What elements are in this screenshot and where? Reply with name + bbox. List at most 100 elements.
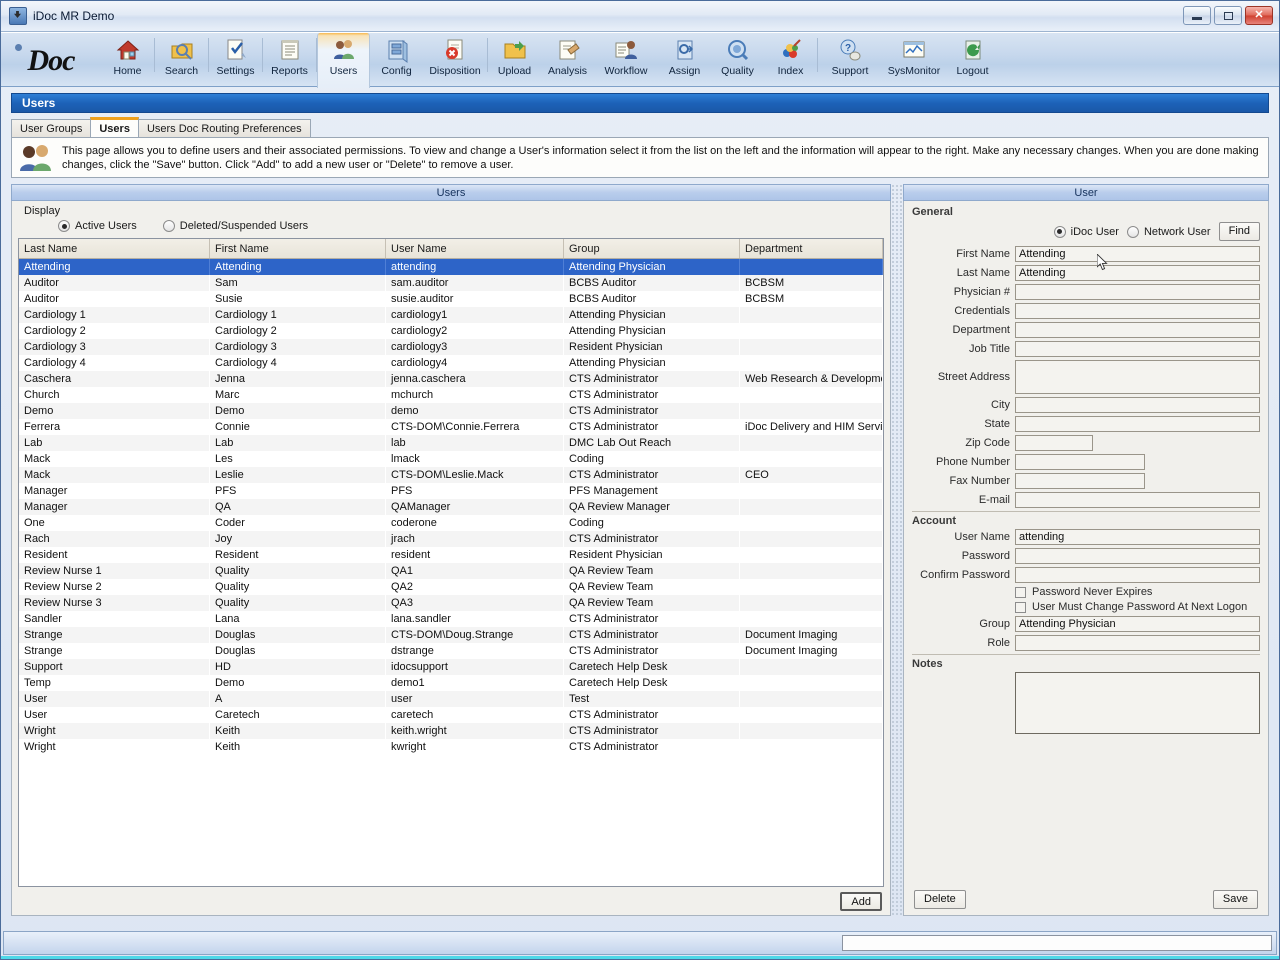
radio-idoc-user[interactable]: iDoc User	[1054, 226, 1119, 238]
checkbox-must-change-password[interactable]: User Must Change Password At Next Logon	[912, 601, 1260, 613]
phone-number-input[interactable]	[1015, 454, 1145, 470]
find-button[interactable]: Find	[1219, 222, 1260, 241]
state-input[interactable]	[1015, 416, 1260, 432]
delete-button[interactable]: Delete	[914, 890, 966, 909]
checkbox-password-never-expires[interactable]: Password Never Expires	[912, 586, 1260, 598]
last-name-input[interactable]: Attending	[1015, 265, 1260, 281]
save-button[interactable]: Save	[1213, 890, 1258, 909]
toolbar-item-config[interactable]: Config	[370, 33, 423, 88]
department-input[interactable]	[1015, 322, 1260, 338]
first-name-input[interactable]: Attending	[1015, 246, 1260, 262]
toolbar-item-settings[interactable]: Settings	[209, 33, 262, 88]
table-row[interactable]: ResidentResidentresidentResident Physici…	[19, 547, 883, 563]
table-row[interactable]: WrightKeithkeith.wrightCTS Administrator	[19, 723, 883, 739]
zip-code-input[interactable]	[1015, 435, 1093, 451]
table-row[interactable]: Cardiology 2Cardiology 2cardiology2Atten…	[19, 323, 883, 339]
radio-network-user[interactable]: Network User	[1127, 226, 1211, 238]
panel-splitter[interactable]	[891, 184, 903, 916]
maximize-button[interactable]	[1214, 6, 1242, 25]
table-row[interactable]: FerreraConnieCTS-DOM\Connie.FerreraCTS A…	[19, 419, 883, 435]
table-row[interactable]: LabLablabDMC Lab Out Reach	[19, 435, 883, 451]
table-row[interactable]: Cardiology 3Cardiology 3cardiology3Resid…	[19, 339, 883, 355]
column-header-user-name[interactable]: User Name	[386, 239, 564, 259]
table-row[interactable]: Review Nurse 2QualityQA2QA Review Team	[19, 579, 883, 595]
toolbar-item-quality[interactable]: Quality	[711, 33, 764, 88]
job-title-input[interactable]	[1015, 341, 1260, 357]
toolbar-item-analysis[interactable]: Analysis	[541, 33, 594, 88]
table-cell-dept: Document Imaging	[740, 643, 883, 659]
column-header-first-name[interactable]: First Name	[210, 239, 386, 259]
table-row[interactable]: MackLeslmackCoding	[19, 451, 883, 467]
table-row[interactable]: MackLeslieCTS-DOM\Leslie.MackCTS Adminis…	[19, 467, 883, 483]
credentials-input[interactable]	[1015, 303, 1260, 319]
toolbar-item-home[interactable]: Home	[101, 33, 154, 88]
table-row[interactable]: Review Nurse 1QualityQA1QA Review Team	[19, 563, 883, 579]
column-header-department[interactable]: Department	[740, 239, 883, 259]
toolbar-item-sysmonitor[interactable]: SysMonitor	[882, 33, 946, 88]
table-row[interactable]: WrightKeithkwrightCTS Administrator	[19, 739, 883, 755]
toolbar-item-reports[interactable]: Reports	[263, 33, 316, 88]
table-row[interactable]: Cardiology 1Cardiology 1cardiology1Atten…	[19, 307, 883, 323]
minimize-button[interactable]	[1183, 6, 1211, 25]
table-row[interactable]: SandlerLanalana.sandlerCTS Administrator	[19, 611, 883, 627]
radio-active-users[interactable]: Active Users	[58, 220, 137, 232]
user-name-input[interactable]: attending	[1015, 529, 1260, 545]
table-row[interactable]: AuditorSamsam.auditorBCBS AuditorBCBSM	[19, 275, 883, 291]
table-cell-user: kwright	[386, 739, 564, 755]
table-row[interactable]: ChurchMarcmchurchCTS Administrator	[19, 387, 883, 403]
table-row[interactable]: UserCaretechcaretechCTS Administrator	[19, 707, 883, 723]
table-row[interactable]: OneCodercoderoneCoding	[19, 515, 883, 531]
toolbar-item-index[interactable]: Index	[764, 33, 817, 88]
users-table-container[interactable]: Last Name First Name User Name Group Dep…	[18, 238, 884, 887]
table-row[interactable]: Cardiology 4Cardiology 4cardiology4Atten…	[19, 355, 883, 371]
tab-users[interactable]: Users	[90, 117, 139, 137]
toolbar-item-workflow[interactable]: Workflow	[594, 33, 658, 88]
table-cell-first: Quality	[210, 595, 386, 611]
search-icon	[169, 37, 195, 63]
table-row[interactable]: UserAuserTest	[19, 691, 883, 707]
tab-user-groups[interactable]: User Groups	[11, 119, 91, 137]
table-row[interactable]: TempDemodemo1Caretech Help Desk	[19, 675, 883, 691]
table-row[interactable]: ManagerQAQAManagerQA Review Manager	[19, 499, 883, 515]
table-row[interactable]: ManagerPFSPFSPFS Management	[19, 483, 883, 499]
upload-icon	[502, 37, 528, 63]
role-input[interactable]	[1015, 635, 1260, 651]
toolbar-item-logout[interactable]: Logout	[946, 33, 999, 88]
city-input[interactable]	[1015, 397, 1260, 413]
table-row[interactable]: SupportHDidocsupportCaretech Help Desk	[19, 659, 883, 675]
table-row[interactable]: CascheraJennajenna.cascheraCTS Administr…	[19, 371, 883, 387]
notes-textarea[interactable]	[1015, 672, 1260, 734]
group-input[interactable]: Attending Physician	[1015, 616, 1260, 632]
password-input[interactable]	[1015, 548, 1260, 564]
column-header-last-name[interactable]: Last Name	[19, 239, 210, 259]
table-cell-last: Mack	[19, 467, 210, 483]
street-address-input[interactable]	[1015, 360, 1260, 394]
email-input[interactable]	[1015, 492, 1260, 508]
radio-deleted-suspended-users[interactable]: Deleted/Suspended Users	[163, 220, 308, 232]
fax-number-input[interactable]	[1015, 473, 1145, 489]
close-button[interactable]: ✕	[1245, 6, 1273, 25]
toolbar-item-support[interactable]: ? Support	[818, 33, 882, 88]
table-row[interactable]: StrangeDouglasdstrangeCTS AdministratorD…	[19, 643, 883, 659]
toolbar-item-assign[interactable]: Assign	[658, 33, 711, 88]
toolbar-item-upload[interactable]: Upload	[488, 33, 541, 88]
confirm-password-input[interactable]	[1015, 567, 1260, 583]
table-cell-first: Cardiology 1	[210, 307, 386, 323]
table-row[interactable]: RachJoyjrachCTS Administrator	[19, 531, 883, 547]
toolbar-item-users[interactable]: Users	[317, 33, 370, 88]
toolbar-item-disposition[interactable]: Disposition	[423, 33, 487, 88]
table-cell-dept	[740, 611, 883, 627]
table-cell-last: User	[19, 707, 210, 723]
table-row[interactable]: AuditorSusiesusie.auditorBCBS AuditorBCB…	[19, 291, 883, 307]
table-row[interactable]: StrangeDouglasCTS-DOM\Doug.StrangeCTS Ad…	[19, 627, 883, 643]
table-row[interactable]: AttendingAttendingattendingAttending Phy…	[19, 259, 883, 276]
table-row[interactable]: DemoDemodemoCTS Administrator	[19, 403, 883, 419]
table-cell-group: CTS Administrator	[564, 723, 740, 739]
toolbar-item-search[interactable]: Search	[155, 33, 208, 88]
table-row[interactable]: Review Nurse 3QualityQA3QA Review Team	[19, 595, 883, 611]
table-cell-last: Lab	[19, 435, 210, 451]
add-button[interactable]: Add	[840, 892, 882, 911]
tab-users-doc-routing-preferences[interactable]: Users Doc Routing Preferences	[138, 119, 311, 137]
column-header-group[interactable]: Group	[564, 239, 740, 259]
physician-number-input[interactable]	[1015, 284, 1260, 300]
